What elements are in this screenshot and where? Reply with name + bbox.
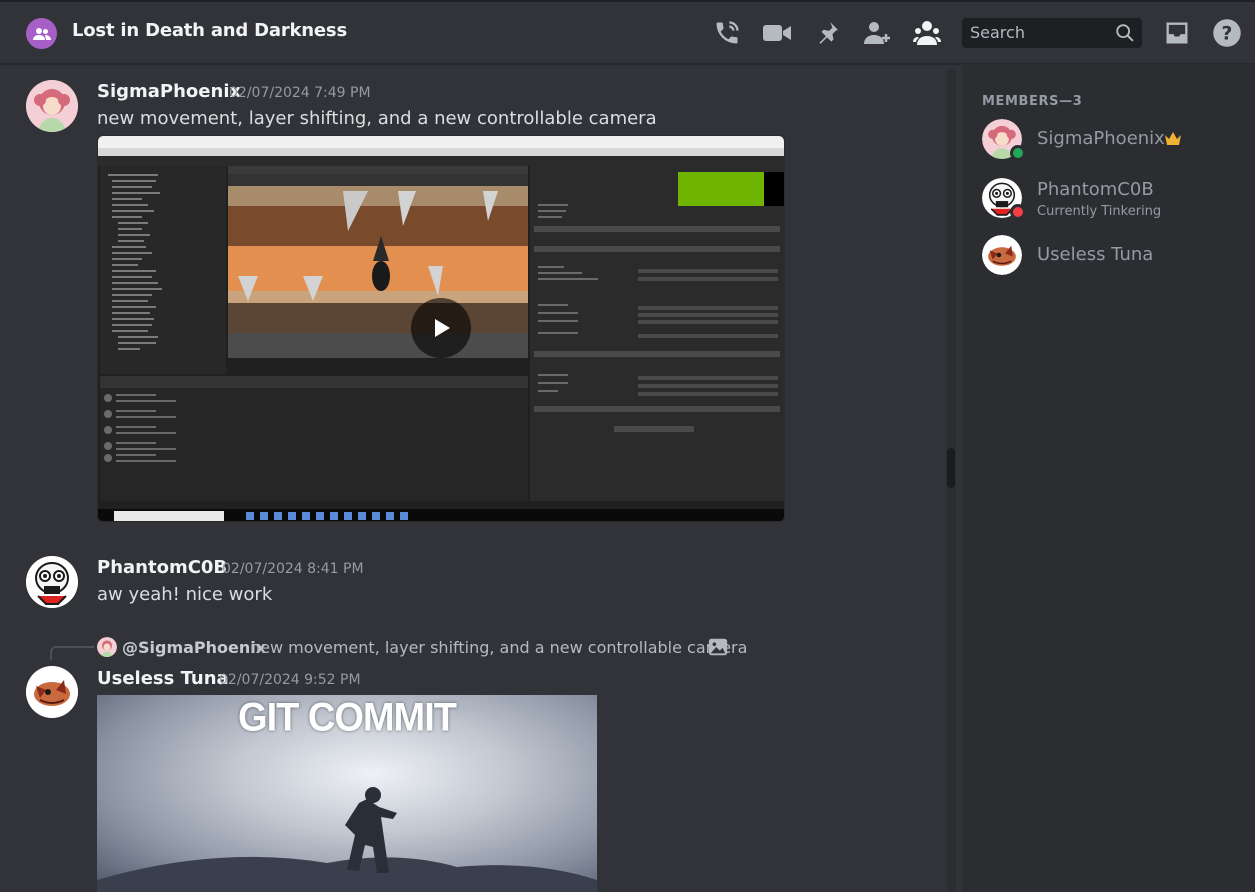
member-item-phantomc0b[interactable]: PhantomC0B Currently Tinkering xyxy=(970,176,1240,222)
online-status-icon xyxy=(1010,145,1026,161)
voice-call-icon[interactable] xyxy=(712,18,742,48)
inbox-icon[interactable] xyxy=(1162,18,1192,48)
add-friend-icon[interactable] xyxy=(862,18,892,48)
message-username[interactable]: PhantomC0B xyxy=(97,557,227,578)
pin-icon[interactable] xyxy=(812,18,842,48)
message-username[interactable]: Useless Tuna xyxy=(97,668,229,689)
crown-icon xyxy=(1165,132,1181,145)
message-text: aw yeah! nice work xyxy=(97,584,273,605)
play-button[interactable] xyxy=(411,298,471,358)
message-username[interactable]: SigmaPhoenix xyxy=(97,81,241,102)
member-name: SigmaPhoenix xyxy=(1037,128,1165,149)
members-sidebar: MEMBERS—3 SigmaPhoenix PhantomC0B Curren… xyxy=(962,64,1255,892)
members-list-icon[interactable] xyxy=(912,18,942,48)
avatar[interactable] xyxy=(26,666,78,718)
message-timestamp: 02/07/2024 9:52 PM xyxy=(219,672,361,688)
video-call-icon[interactable] xyxy=(762,18,792,48)
member-name: PhantomC0B xyxy=(1037,179,1154,200)
message-timestamp: 02/07/2024 7:49 PM xyxy=(229,85,371,101)
member-activity: Currently Tinkering xyxy=(1037,204,1162,219)
search-icon xyxy=(1116,24,1134,42)
reply-mention[interactable]: @SigmaPhoenix xyxy=(122,638,266,657)
message-text: new movement, layer shifting, and a new … xyxy=(97,108,657,129)
member-item-sigmaphoenix[interactable]: SigmaPhoenix xyxy=(970,117,1240,163)
avatar[interactable] xyxy=(26,80,78,132)
svg-text:?: ? xyxy=(1222,23,1233,44)
gif-figure xyxy=(97,787,597,892)
member-name: Useless Tuna xyxy=(1037,244,1154,265)
channel-title: Lost in Death and Darkness xyxy=(72,20,347,41)
members-header: MEMBERS—3 xyxy=(982,94,1083,109)
help-icon[interactable]: ? xyxy=(1212,18,1242,48)
reply-connector xyxy=(50,646,94,660)
reply-avatar[interactable] xyxy=(97,637,117,657)
avatar[interactable] xyxy=(26,556,78,608)
search-placeholder: Search xyxy=(970,23,1025,42)
search-input[interactable]: Search xyxy=(962,18,1142,48)
image-icon xyxy=(707,636,729,658)
group-dm-icon xyxy=(26,18,57,49)
avatar xyxy=(982,235,1022,275)
member-item-useless-tuna[interactable]: Useless Tuna xyxy=(970,233,1240,279)
play-icon xyxy=(435,319,450,337)
chat-scrollbar-thumb[interactable] xyxy=(947,448,955,488)
gif-attachment[interactable]: GIT COMMIT xyxy=(97,695,597,892)
dnd-status-icon xyxy=(1010,204,1026,220)
channel-header: Lost in Death and Darkness Search ? xyxy=(0,0,1255,64)
message-timestamp: 02/07/2024 8:41 PM xyxy=(222,561,364,577)
reply-preview-text[interactable]: new movement, layer shifting, and a new … xyxy=(250,638,747,657)
